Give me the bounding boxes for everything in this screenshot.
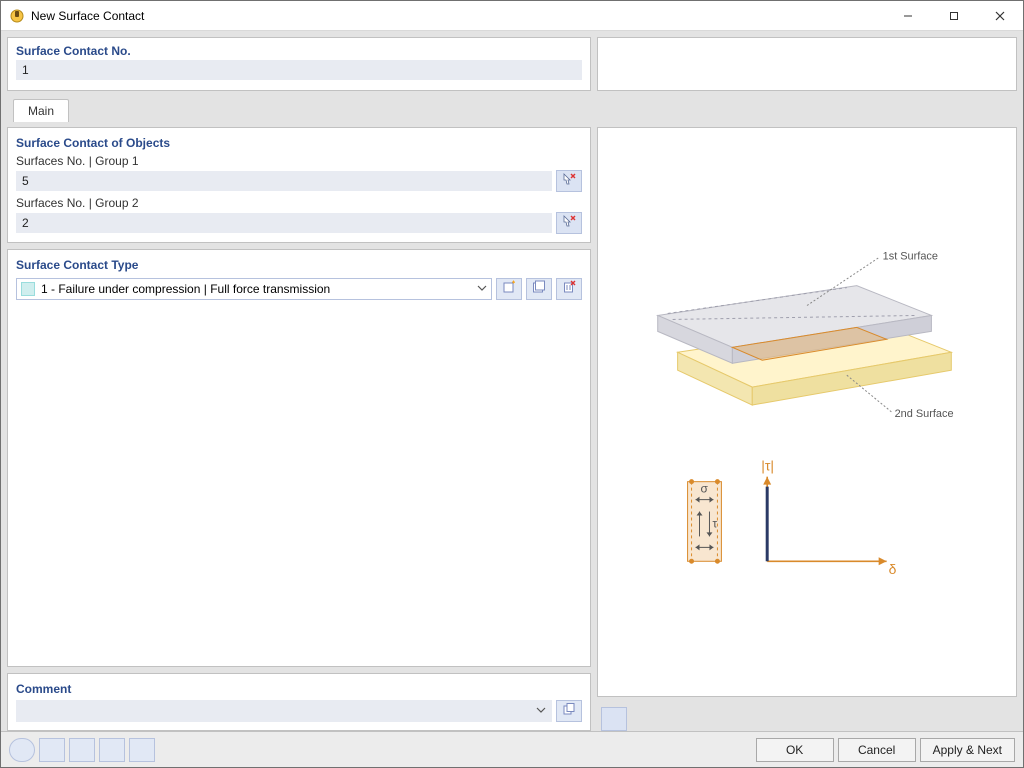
sigma-label: σ <box>701 482 709 496</box>
display-button[interactable] <box>99 738 125 762</box>
contact-number-heading: Surface Contact No. <box>16 44 582 58</box>
comment-heading: Comment <box>16 682 582 696</box>
app-icon <box>9 8 25 24</box>
comment-combo[interactable] <box>16 700 552 722</box>
group2-input[interactable] <box>16 213 552 233</box>
type-delete-button[interactable] <box>556 278 582 300</box>
delete-icon <box>562 280 576 299</box>
comment-copy-button[interactable] <box>556 700 582 722</box>
type-new-button[interactable] <box>496 278 522 300</box>
objects-heading: Surface Contact of Objects <box>16 136 582 150</box>
cancel-button[interactable]: Cancel <box>838 738 916 762</box>
tau-label: τ <box>712 516 717 530</box>
contact-type-selected-label: 1 - Failure under compression | Full for… <box>41 282 330 296</box>
new-icon <box>502 280 516 299</box>
tab-main[interactable]: Main <box>13 99 69 122</box>
preview-panel: 1st Surface 2nd Surface <box>597 127 1017 697</box>
group1-pick-button[interactable] <box>556 170 582 192</box>
object-tree-button[interactable] <box>69 738 95 762</box>
apply-next-button[interactable]: Apply & Next <box>920 738 1015 762</box>
group2-pick-button[interactable] <box>556 212 582 234</box>
help-button[interactable] <box>9 738 35 762</box>
function-button[interactable]: fx <box>129 738 155 762</box>
units-button[interactable]: 0,00 <box>39 738 65 762</box>
pick-in-view-icon <box>562 172 576 191</box>
close-button[interactable] <box>977 1 1023 31</box>
chevron-down-icon <box>477 282 487 296</box>
contact-number-panel: Surface Contact No. <box>7 37 591 91</box>
maximize-button[interactable] <box>931 1 977 31</box>
titlebar: New Surface Contact <box>1 1 1023 31</box>
tab-strip: Main <box>7 97 1017 121</box>
axis-y-label: |τ| <box>761 458 774 474</box>
group2-label: Surfaces No. | Group 2 <box>16 196 582 210</box>
preview-illustration: 1st Surface 2nd Surface <box>598 128 1016 696</box>
header-blank-panel <box>597 37 1017 91</box>
contact-type-select[interactable]: 1 - Failure under compression | Full for… <box>16 278 492 300</box>
library-icon <box>532 280 546 299</box>
type-heading: Surface Contact Type <box>16 258 582 272</box>
surface2-label: 2nd Surface <box>895 408 954 420</box>
type-color-swatch <box>21 282 35 296</box>
dialog-footer: 0,00 fx OK Cancel Apply & Next <box>1 731 1023 767</box>
type-library-button[interactable] <box>526 278 552 300</box>
group1-label: Surfaces No. | Group 1 <box>16 154 582 168</box>
ok-button[interactable]: OK <box>756 738 834 762</box>
type-section: Surface Contact Type 1 - Failure under c… <box>7 249 591 667</box>
surface1-label: 1st Surface <box>883 251 938 263</box>
copy-icon <box>562 702 576 721</box>
axis-x-label: δ <box>889 561 897 577</box>
contact-number-input[interactable] <box>16 60 582 80</box>
objects-section: Surface Contact of Objects Surfaces No. … <box>7 127 591 243</box>
group1-input[interactable] <box>16 171 552 191</box>
preview-show-button[interactable] <box>601 707 627 731</box>
pick-in-view-icon <box>562 214 576 233</box>
dialog-window: New Surface Contact Surface Contact No. … <box>0 0 1024 768</box>
minimize-button[interactable] <box>885 1 931 31</box>
window-title: New Surface Contact <box>31 9 144 23</box>
comment-section: Comment <box>7 673 591 731</box>
chevron-down-icon <box>536 702 546 720</box>
